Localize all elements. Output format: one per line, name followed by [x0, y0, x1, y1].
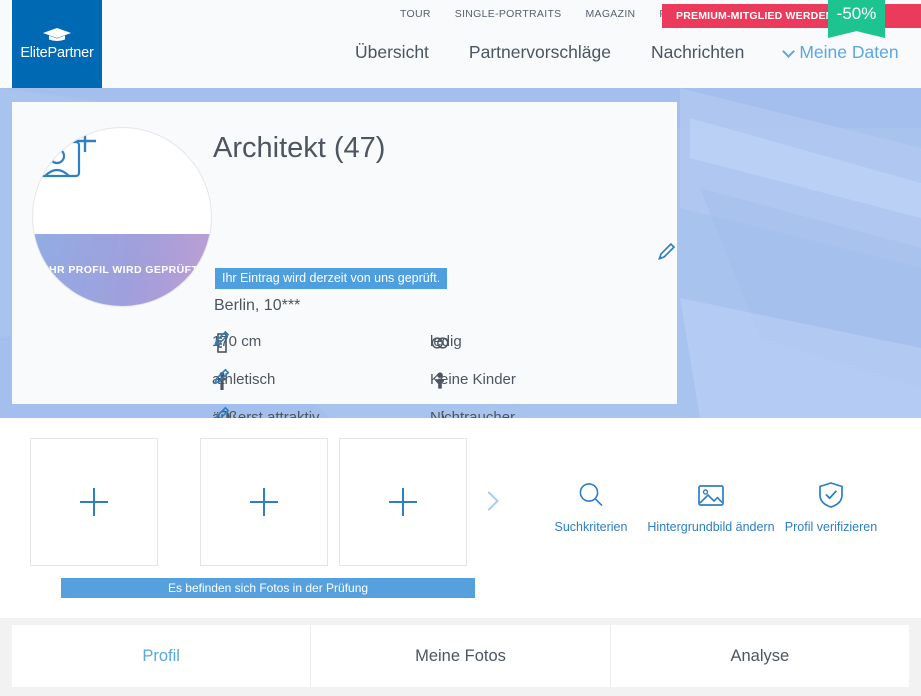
- avatar[interactable]: IHR PROFIL WIRD GEPRÜFT: [32, 127, 212, 307]
- photo-slot[interactable]: [30, 438, 158, 566]
- premium-button-label: PREMIUM-MITGLIED WERDEN: [676, 10, 834, 22]
- plus-icon: [80, 488, 108, 516]
- add-photo-icon: [33, 130, 96, 178]
- site-header: ElitePartner TOUR SINGLE-PORTRAITS MAGAZ…: [0, 0, 921, 88]
- photo-slot[interactable]: [200, 438, 328, 566]
- cigarette-icon: [441, 410, 445, 418]
- plus-icon: [389, 488, 417, 516]
- profile-page: ElitePartner TOUR SINGLE-PORTRAITS MAGAZ…: [0, 0, 921, 696]
- nav-item-meine-daten[interactable]: Meine Daten: [782, 42, 899, 63]
- page-title: Architekt (47): [213, 132, 386, 164]
- pencil-icon-title[interactable]: [656, 242, 676, 262]
- pencil-icon[interactable]: [212, 406, 230, 418]
- action-profil-verifizieren[interactable]: Profil verifizieren: [766, 480, 896, 535]
- search-icon: [579, 483, 603, 507]
- attribute-children: Keine Kinder: [430, 371, 516, 389]
- rings-icon: [431, 337, 449, 349]
- avatar-status-text: IHR PROFIL WIRD GEPRÜFT: [45, 264, 199, 276]
- attribute-smoking: Nichtraucher: [430, 409, 515, 418]
- pencil-icon[interactable]: [212, 368, 230, 386]
- attribute-row: athletisch Keine Kinder: [212, 368, 667, 406]
- tab-meine-fotos[interactable]: Meine Fotos: [311, 625, 611, 687]
- logo[interactable]: ElitePartner: [12, 0, 102, 88]
- attribute-row: 170 cm ledig: [212, 330, 667, 368]
- hero-background: IHR PROFIL WIRD GEPRÜFT Architekt (47) I…: [0, 88, 921, 418]
- logo-text: ElitePartner: [20, 45, 94, 61]
- image-icon: [698, 485, 724, 506]
- nav-item-uebersicht[interactable]: Übersicht: [355, 42, 429, 63]
- discount-badge[interactable]: -50%: [828, 0, 885, 38]
- nav-item-partnervorschlaege[interactable]: Partnervorschläge: [469, 42, 611, 63]
- attribute-row: äußerst attraktiv Nichtraucher: [212, 406, 667, 418]
- profile-location: Berlin, 10***: [214, 297, 301, 314]
- tab-analyse[interactable]: Analyse: [611, 625, 909, 687]
- action-label: Suchkriterien: [554, 520, 628, 534]
- nav-item-nachrichten[interactable]: Nachrichten: [651, 42, 744, 63]
- attribute-grid: 170 cm ledig athletisch Keine Kinder äuß…: [212, 330, 667, 418]
- action-label: Hintergrundbild ändern: [647, 520, 775, 534]
- tab-profil[interactable]: Profil: [12, 625, 312, 687]
- avatar-status-overlay: IHR PROFIL WIRD GEPRÜFT: [33, 234, 211, 306]
- profile-card: IHR PROFIL WIRD GEPRÜFT Architekt (47) I…: [12, 102, 677, 418]
- pencil-icon[interactable]: [212, 330, 230, 348]
- tab-bar: Profil Meine Fotos Analyse: [12, 625, 909, 687]
- nav-item-meine-daten-label: Meine Daten: [799, 42, 899, 62]
- chevron-right-icon[interactable]: [479, 491, 499, 511]
- photo-review-note: Es befinden sich Fotos in der Prüfung: [61, 578, 475, 598]
- main-nav: Übersicht Partnervorschläge Nachrichten …: [355, 42, 899, 63]
- attribute-marital-status: ledig: [430, 333, 462, 350]
- top-link-tour[interactable]: TOUR: [400, 8, 431, 20]
- top-link-magazin[interactable]: MAGAZIN: [585, 8, 635, 20]
- action-label: Profil verifizieren: [784, 520, 878, 534]
- top-links: TOUR SINGLE-PORTRAITS MAGAZIN FORUM: [400, 8, 699, 20]
- child-icon: [436, 372, 444, 389]
- action-hintergrundbild-aendern[interactable]: Hintergrundbild ändern: [646, 480, 776, 535]
- plus-icon: [250, 488, 278, 516]
- chevron-down-icon: [782, 45, 796, 58]
- lower-section: Es befinden sich Fotos in der Prüfung Su…: [0, 418, 921, 618]
- status-badge: Ihr Eintrag wird derzeit von uns geprüft…: [215, 268, 448, 289]
- top-link-single-portraits[interactable]: SINGLE-PORTRAITS: [455, 8, 562, 20]
- shield-check-icon: [819, 482, 843, 508]
- graduation-cap-icon: [43, 28, 71, 41]
- action-suchkriterien[interactable]: Suchkriterien: [526, 480, 656, 535]
- photo-slot[interactable]: [339, 438, 467, 566]
